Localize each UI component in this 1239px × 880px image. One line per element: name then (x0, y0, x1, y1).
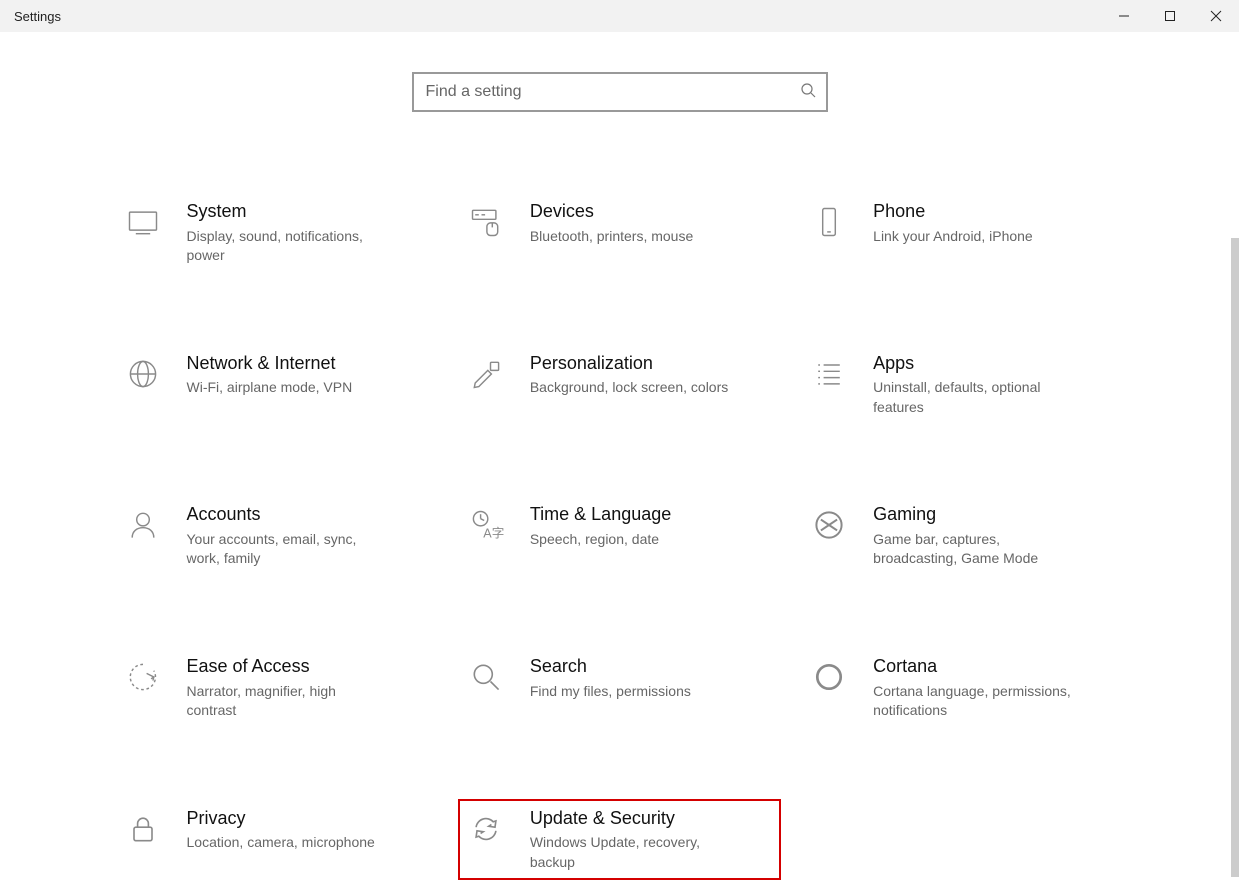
close-button[interactable] (1193, 0, 1239, 32)
tile-devices[interactable]: Devices Bluetooth, printers, mouse (458, 192, 781, 274)
tile-search[interactable]: Search Find my files, permissions (458, 647, 781, 729)
tile-title: Phone (873, 200, 1114, 223)
tile-title: Apps (873, 352, 1114, 375)
search-category-icon (464, 655, 508, 699)
gaming-icon (807, 503, 851, 547)
tile-title: System (187, 200, 428, 223)
tile-apps[interactable]: Apps Uninstall, defaults, optional featu… (801, 344, 1124, 426)
tile-personalization[interactable]: Personalization Background, lock screen,… (458, 344, 781, 426)
devices-icon (464, 200, 508, 244)
system-icon (121, 200, 165, 244)
tile-title: Accounts (187, 503, 428, 526)
tile-subtitle: Speech, region, date (530, 530, 730, 550)
tile-privacy[interactable]: Privacy Location, camera, microphone (115, 799, 438, 880)
cortana-icon (807, 655, 851, 699)
tile-subtitle: Your accounts, email, sync, work, family (187, 530, 387, 569)
svg-text:A字: A字 (483, 527, 504, 541)
tile-subtitle: Bluetooth, printers, mouse (530, 227, 730, 247)
tile-title: Time & Language (530, 503, 771, 526)
tile-title: Cortana (873, 655, 1114, 678)
tile-subtitle: Uninstall, defaults, optional features (873, 378, 1073, 417)
tile-title: Gaming (873, 503, 1114, 526)
tile-title: Devices (530, 200, 771, 223)
search-input[interactable] (426, 83, 800, 101)
tile-title: Personalization (530, 352, 771, 375)
ease-of-access-icon (121, 655, 165, 699)
window-title: Settings (14, 9, 61, 24)
tile-subtitle: Cortana language, permissions, notificat… (873, 682, 1073, 721)
tile-subtitle: Background, lock screen, colors (530, 378, 730, 398)
minimize-button[interactable] (1101, 0, 1147, 32)
privacy-icon (121, 807, 165, 851)
network-icon (121, 352, 165, 396)
tile-title: Network & Internet (187, 352, 428, 375)
title-bar: Settings (0, 0, 1239, 32)
tile-subtitle: Game bar, captures, broadcasting, Game M… (873, 530, 1073, 569)
tile-accounts[interactable]: Accounts Your accounts, email, sync, wor… (115, 495, 438, 577)
scrollbar[interactable] (1231, 238, 1239, 877)
tile-subtitle: Wi-Fi, airplane mode, VPN (187, 378, 387, 398)
tile-title: Privacy (187, 807, 428, 830)
update-security-icon (464, 807, 508, 851)
settings-grid: System Display, sound, notifications, po… (115, 192, 1125, 880)
personalization-icon (464, 352, 508, 396)
tile-subtitle: Location, camera, microphone (187, 833, 387, 853)
search-icon (800, 82, 816, 103)
tile-title: Search (530, 655, 771, 678)
tile-cortana[interactable]: Cortana Cortana language, permissions, n… (801, 647, 1124, 729)
tile-subtitle: Windows Update, recovery, backup (530, 833, 730, 872)
search-box[interactable] (412, 72, 828, 112)
accounts-icon (121, 503, 165, 547)
tile-subtitle: Find my files, permissions (530, 682, 730, 702)
tile-gaming[interactable]: Gaming Game bar, captures, broadcasting,… (801, 495, 1124, 577)
tile-time-language[interactable]: A字 Time & Language Speech, region, date (458, 495, 781, 577)
apps-icon (807, 352, 851, 396)
tile-update-security[interactable]: Update & Security Windows Update, recove… (458, 799, 781, 880)
phone-icon (807, 200, 851, 244)
tile-ease-of-access[interactable]: Ease of Access Narrator, magnifier, high… (115, 647, 438, 729)
tile-title: Ease of Access (187, 655, 428, 678)
tile-system[interactable]: System Display, sound, notifications, po… (115, 192, 438, 274)
maximize-button[interactable] (1147, 0, 1193, 32)
time-language-icon: A字 (464, 503, 508, 547)
tile-phone[interactable]: Phone Link your Android, iPhone (801, 192, 1124, 274)
tile-subtitle: Link your Android, iPhone (873, 227, 1073, 247)
tile-subtitle: Display, sound, notifications, power (187, 227, 387, 266)
tile-network[interactable]: Network & Internet Wi-Fi, airplane mode,… (115, 344, 438, 426)
tile-title: Update & Security (530, 807, 771, 830)
tile-subtitle: Narrator, magnifier, high contrast (187, 682, 387, 721)
window-controls (1101, 0, 1239, 32)
